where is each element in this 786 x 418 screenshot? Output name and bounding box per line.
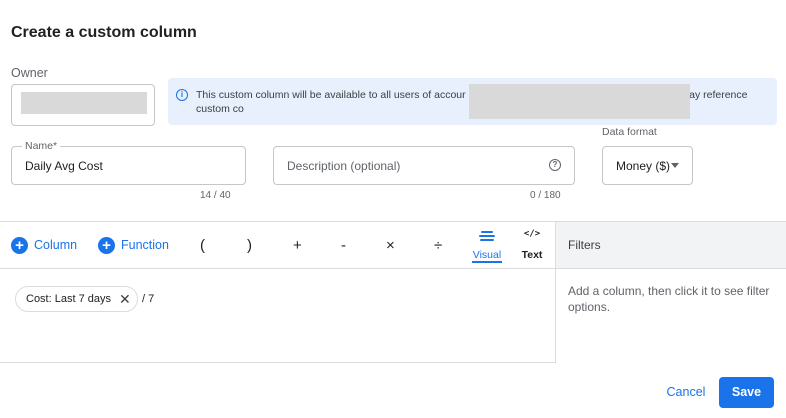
add-function-button[interactable]: + Function <box>98 235 169 255</box>
close-icon[interactable]: ✕ <box>119 292 131 306</box>
description-counter: 0 / 180 <box>530 190 561 201</box>
help-icon[interactable]: ? <box>549 159 561 171</box>
data-format-label: Data format <box>602 126 657 138</box>
name-label: Name* <box>22 140 61 152</box>
filters-title: Filters <box>568 238 601 252</box>
text-mode-button[interactable]: </> Text <box>516 229 548 261</box>
divider <box>556 268 786 269</box>
open-paren-button[interactable]: ( <box>200 237 205 254</box>
filters-hint: Add a column, then click it to see filte… <box>568 284 770 314</box>
divide-button[interactable]: ÷ <box>434 237 442 254</box>
visual-editor-icon <box>479 231 495 243</box>
chip-label: Cost: Last 7 days <box>26 293 111 305</box>
add-circle-icon: + <box>98 236 115 254</box>
add-column-label: Column <box>34 238 78 252</box>
close-paren-button[interactable]: ) <box>247 237 252 254</box>
formula-column-chip[interactable]: Cost: Last 7 days ✕ <box>15 286 138 312</box>
owner-redacted <box>21 92 147 114</box>
info-redacted <box>469 84 690 119</box>
text-mode-label: Text <box>521 249 543 261</box>
divider <box>0 268 556 269</box>
dialog-title: Create a custom column <box>11 24 197 41</box>
name-counter: 14 / 40 <box>200 190 231 201</box>
info-icon: i <box>176 89 188 101</box>
minus-button[interactable]: - <box>341 237 346 254</box>
add-circle-icon: + <box>11 236 28 254</box>
owner-label: Owner <box>11 66 48 80</box>
formula-text[interactable]: / 7 <box>142 293 154 305</box>
data-format-value[interactable]: Money ($) <box>616 159 670 173</box>
description-placeholder[interactable]: Description (optional) <box>287 159 400 173</box>
plus-button[interactable]: + <box>293 237 302 254</box>
active-tab-indicator <box>472 261 502 263</box>
code-icon: </> <box>523 229 541 239</box>
name-value[interactable]: Daily Avg Cost <box>25 159 103 173</box>
divider <box>555 222 556 363</box>
visual-mode-label: Visual <box>472 249 502 261</box>
add-column-button[interactable]: + Column <box>11 235 77 255</box>
cancel-button[interactable]: Cancel <box>660 378 712 407</box>
visual-mode-button[interactable]: Visual <box>470 231 504 263</box>
multiply-button[interactable]: × <box>386 237 395 254</box>
add-function-label: Function <box>121 238 169 252</box>
caret-down-icon[interactable] <box>671 163 679 168</box>
save-button[interactable]: Save <box>719 377 774 408</box>
